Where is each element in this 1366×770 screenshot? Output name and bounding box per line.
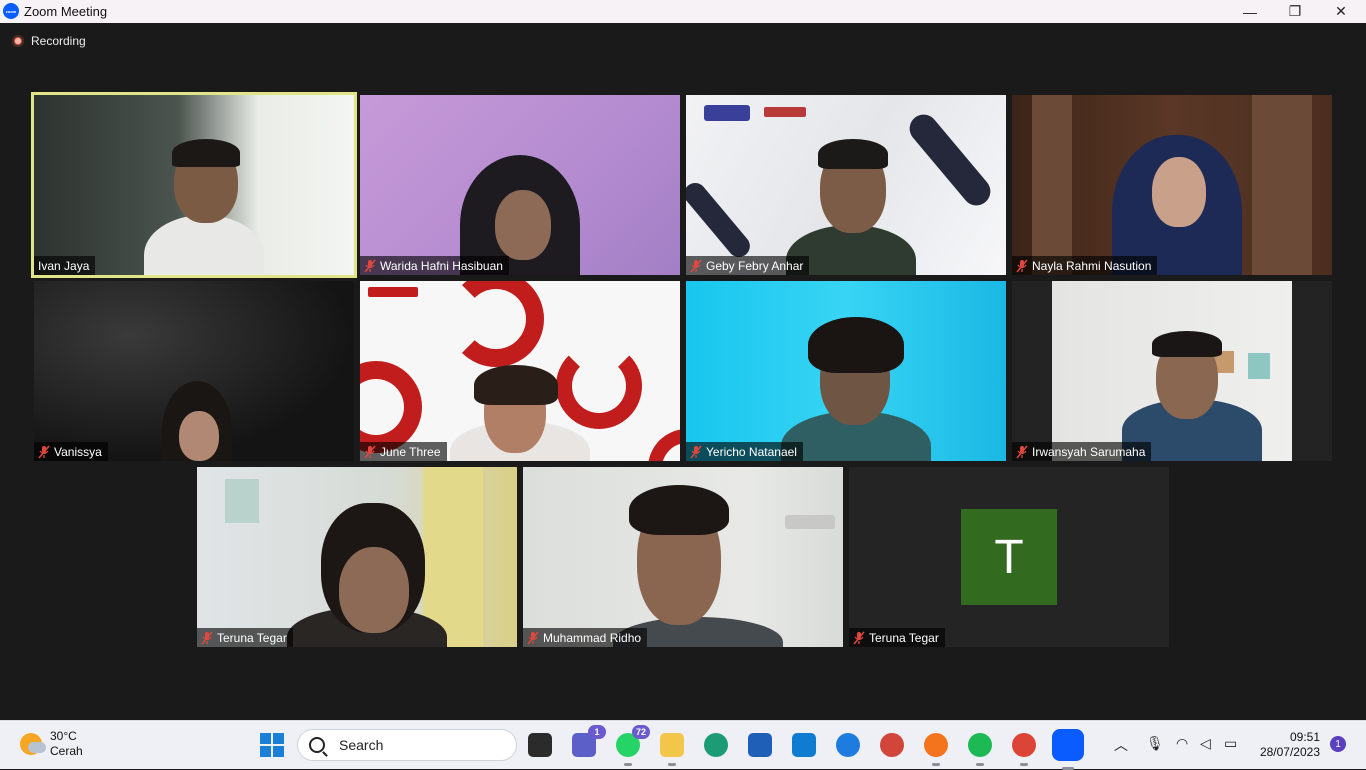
weather-widget[interactable]: 30°C Cerah <box>20 729 83 759</box>
participant-name: Warida Hafni Hasibuan <box>380 258 503 273</box>
video-tile-ivan-jaya[interactable]: Ivan Jaya <box>31 92 357 278</box>
minimize-button[interactable]: — <box>1227 0 1273 23</box>
window-title: Zoom Meeting <box>24 4 108 19</box>
participant-name: June Three <box>380 444 441 459</box>
search-input[interactable]: Search <box>297 729 517 761</box>
mic-muted-icon <box>201 631 213 645</box>
participant-name: Nayla Rahmi Nasution <box>1032 258 1152 273</box>
participant-name-tag: Vanissya <box>34 442 108 461</box>
firefox-icon[interactable] <box>924 733 948 766</box>
recording-indicator[interactable]: Recording <box>12 34 86 48</box>
participant-name: Muhammad Ridho <box>543 630 642 645</box>
participant-name: Yericho Natanael <box>706 444 797 459</box>
recording-icon <box>12 35 24 47</box>
battery-icon[interactable]: ▭ <box>1224 735 1237 752</box>
spotify-icon[interactable] <box>968 733 992 766</box>
title-bar: zoom Zoom Meeting — ❐ ✕ <box>0 0 1366 23</box>
video-tile-muhammad-ridho[interactable]: Muhammad Ridho <box>523 467 843 647</box>
taskbar: 30°C Cerah Search 1 72 ︿ 🎙 ◠ ◁ ▭ 09:51 2… <box>0 720 1366 770</box>
teams-chat-icon[interactable]: 1 <box>572 725 606 757</box>
video-tile-teruna-tegar[interactable]: Teruna Tegar <box>197 467 517 647</box>
chrome-icon[interactable] <box>1012 733 1036 766</box>
participant-name-tag: June Three <box>360 442 447 461</box>
weather-condition: Cerah <box>50 744 83 758</box>
whatsapp-badge: 72 <box>632 725 650 739</box>
participant-name: Ivan Jaya <box>38 258 90 273</box>
mic-muted-icon <box>853 631 865 645</box>
windows-start-icon[interactable] <box>260 733 284 757</box>
video-tile-vanissya[interactable]: Vanissya <box>34 281 354 461</box>
weather-temp: 30°C <box>50 729 77 743</box>
help-icon[interactable] <box>836 733 860 757</box>
whatsapp-icon[interactable]: 72 <box>616 725 650 766</box>
participant-name-tag: Yericho Natanael <box>686 442 803 461</box>
edge-browser-icon[interactable] <box>704 733 728 757</box>
participant-name: Geby Febry Anhar <box>706 258 804 273</box>
microphone-icon[interactable]: 🎙 <box>1146 735 1164 752</box>
participant-name: Teruna Tegar <box>869 630 939 645</box>
participant-name-tag: Geby Febry Anhar <box>686 256 810 275</box>
search-placeholder: Search <box>339 737 384 753</box>
clock[interactable]: 09:51 28/07/2023 <box>1254 730 1320 760</box>
participant-name-tag: Ivan Jaya <box>34 256 96 275</box>
participant-name-tag: Teruna Tegar <box>849 628 945 647</box>
video-tile-yericho-natanael[interactable]: Yericho Natanael <box>686 281 1006 461</box>
microsoft-store-icon[interactable] <box>748 733 772 757</box>
file-explorer-icon[interactable] <box>660 733 684 766</box>
avatar: T <box>961 509 1057 605</box>
video-tile-warida-hafni-hasibuan[interactable]: Warida Hafni Hasibuan <box>360 95 680 275</box>
participant-name: Teruna Tegar <box>217 630 287 645</box>
participant-name-tag: Muhammad Ridho <box>523 628 648 647</box>
search-icon <box>309 737 325 753</box>
volume-icon[interactable]: ◁ <box>1200 735 1211 752</box>
teams-badge: 1 <box>588 725 606 739</box>
wifi-icon[interactable]: ◠ <box>1176 735 1188 752</box>
mic-muted-icon <box>364 445 376 459</box>
close-button[interactable]: ✕ <box>1318 0 1364 23</box>
clock-date: 28/07/2023 <box>1259 745 1320 759</box>
video-tile-june-three[interactable]: June Three <box>360 281 680 461</box>
myhp-icon[interactable] <box>792 733 816 757</box>
mic-muted-icon <box>364 259 376 273</box>
owl-app-icon[interactable] <box>880 733 904 757</box>
clock-time: 09:51 <box>1289 730 1320 744</box>
restore-button[interactable]: ❐ <box>1272 0 1318 23</box>
task-view-icon[interactable] <box>528 733 552 757</box>
mic-muted-icon <box>1016 259 1028 273</box>
mic-muted-icon <box>690 259 702 273</box>
participant-name-tag: Nayla Rahmi Nasution <box>1012 256 1158 275</box>
zoom-taskbar-icon[interactable] <box>1052 729 1084 770</box>
participant-name: Vanissya <box>54 444 102 459</box>
participant-name-tag: Teruna Tegar <box>197 628 293 647</box>
video-tile-nayla-rahmi-nasution[interactable]: Nayla Rahmi Nasution <box>1012 95 1332 275</box>
weather-icon <box>20 733 46 755</box>
recording-label: Recording <box>31 34 86 48</box>
mic-muted-icon <box>1016 445 1028 459</box>
zoom-app-icon: zoom <box>3 3 19 19</box>
notification-badge[interactable]: 1 <box>1330 736 1346 752</box>
mic-muted-icon <box>527 631 539 645</box>
video-tile-teruna-tegar-avatar[interactable]: T Teruna Tegar <box>849 467 1169 647</box>
mic-muted-icon <box>38 445 50 459</box>
participant-name-tag: Warida Hafni Hasibuan <box>360 256 509 275</box>
chevron-up-icon[interactable]: ︿ <box>1114 735 1128 755</box>
video-tile-irwansyah-sarumaha[interactable]: Irwansyah Sarumaha <box>1012 281 1332 461</box>
participant-name: Irwansyah Sarumaha <box>1032 444 1146 459</box>
video-tile-geby-febry-anhar[interactable]: Geby Febry Anhar <box>686 95 1006 275</box>
participant-name-tag: Irwansyah Sarumaha <box>1012 442 1152 461</box>
mic-muted-icon <box>690 445 702 459</box>
